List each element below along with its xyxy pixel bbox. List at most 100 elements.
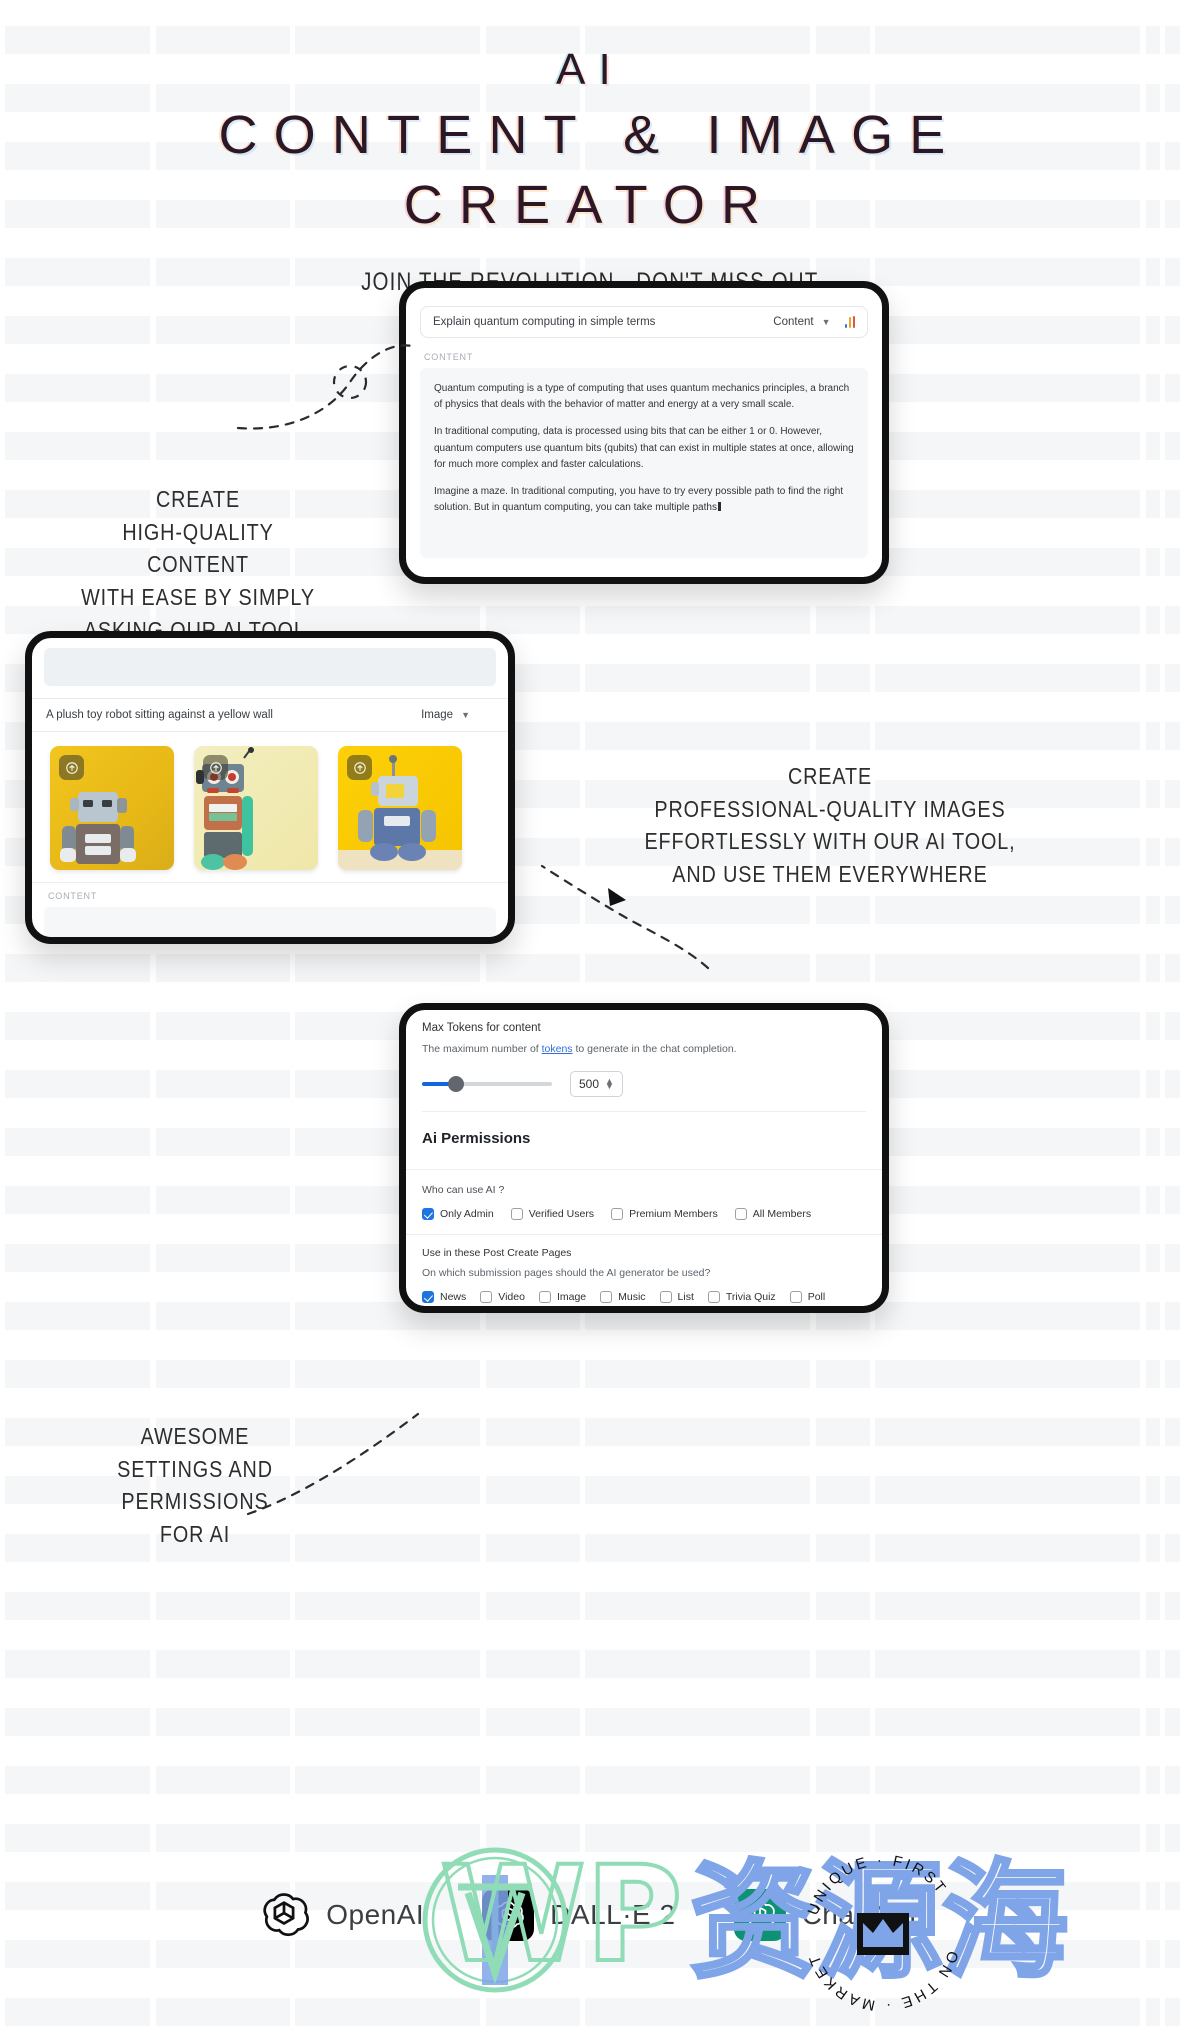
who-can-use-options: Only Admin Verified Users Premium Member…: [406, 1196, 882, 1235]
checkbox-label: List: [677, 1291, 694, 1303]
content-prompt-input[interactable]: Explain quantum computing in simple term…: [433, 316, 765, 328]
image-prompt-input[interactable]: A plush toy robot sitting against a yell…: [46, 709, 413, 721]
image-section-label: CONTENT: [32, 882, 508, 901]
checkbox-label: All Members: [752, 1208, 812, 1220]
image-toolbar-placeholder: [44, 648, 496, 686]
stepper-arrows-icon[interactable]: ▲ ▼: [605, 1077, 614, 1091]
checkbox-music[interactable]: Music: [600, 1291, 646, 1303]
checkbox-icon[interactable]: [659, 1291, 672, 1303]
upload-icon[interactable]: [203, 755, 228, 780]
callout-content-line-1: CREATE: [155, 486, 241, 512]
content-paragraph-1: Quantum computing is a type of computing…: [434, 383, 850, 411]
checkbox-verified-users[interactable]: Verified Users: [510, 1208, 595, 1220]
post-create-pages-options: News Video Image Music List Trivia Quiz: [406, 1279, 882, 1306]
checkbox-poll[interactable]: Poll: [789, 1291, 826, 1303]
checkbox-label: News: [440, 1291, 467, 1303]
page-root: AI CONTENT & IMAGE CREATOR JOIN THE REVO…: [0, 0, 1180, 2034]
robot-image-card-2[interactable]: [194, 746, 318, 870]
image-content-output-box: [44, 907, 496, 937]
connector-line-1: [236, 344, 414, 430]
content-output-box: Quantum computing is a type of computing…: [420, 368, 868, 558]
content-paragraph-3: Imagine a maze. In traditional computing…: [434, 485, 844, 514]
upload-icon[interactable]: [347, 755, 372, 780]
connector-arrow-2: [608, 888, 626, 906]
max-tokens-slider[interactable]: [422, 1076, 552, 1092]
content-paragraph-3-wrap: Imagine a maze. In traditional computing…: [434, 484, 854, 516]
max-tokens-desc-after: to generate in the chat completion.: [572, 1043, 737, 1055]
checkbox-only-admin[interactable]: Only Admin: [422, 1208, 494, 1220]
checkbox-label: Music: [618, 1291, 646, 1303]
max-tokens-section: Max Tokens for content The maximum numbe…: [406, 1010, 882, 1112]
slider-knob[interactable]: [448, 1076, 464, 1092]
content-paragraph-2: In traditional computing, data is proces…: [434, 426, 854, 470]
chevron-down-icon[interactable]: ▼: [461, 710, 470, 720]
chatgpt-green-logo: [733, 1889, 786, 1941]
footer-brands: OpenAI DALL·E 2 ChatGPT: [0, 1860, 1180, 1970]
connector-line-3: [246, 1412, 420, 1516]
checkbox-label: Trivia Quiz: [725, 1291, 776, 1303]
checkbox-image[interactable]: Image: [538, 1291, 587, 1303]
chevron-down-icon[interactable]: ▼: [822, 317, 831, 327]
checkbox-label: Premium Members: [629, 1208, 718, 1220]
checkbox-icon[interactable]: [480, 1291, 493, 1303]
checkbox-label: Verified Users: [528, 1208, 595, 1220]
checkbox-label: Video: [498, 1291, 525, 1303]
callout-images-line-1: CREATE: [787, 763, 873, 789]
brand-openai: OpenAI: [258, 1889, 424, 1941]
checkbox-label: Only Admin: [440, 1208, 494, 1220]
equalizer-icon[interactable]: [844, 316, 855, 328]
openai-logo: [263, 1893, 310, 1937]
checkbox-all-members[interactable]: All Members: [734, 1208, 812, 1220]
content-prompt-bar[interactable]: Explain quantum computing in simple term…: [420, 306, 868, 338]
checkbox-icon[interactable]: [611, 1208, 624, 1220]
max-tokens-desc-before: The maximum number of: [422, 1043, 542, 1055]
content-type-select[interactable]: Content: [773, 316, 813, 328]
checkbox-label: Poll: [807, 1291, 826, 1303]
tablet-image-mockup: A plush toy robot sitting against a yell…: [25, 631, 515, 944]
text-caret: [717, 502, 721, 512]
checkbox-icon[interactable]: [422, 1291, 434, 1303]
callout-content: CREATE HIGH-QUALITY CONTENT WITH EASE BY…: [48, 483, 348, 646]
post-create-pages-title: Use in these Post Create Pages: [422, 1247, 572, 1259]
hero-title-line-2: CONTENT & IMAGE: [218, 105, 962, 165]
robot-image-card-1[interactable]: [50, 746, 174, 870]
checkbox-trivia-quiz[interactable]: Trivia Quiz: [707, 1291, 776, 1303]
checkbox-list[interactable]: List: [659, 1291, 694, 1303]
checkbox-premium-members[interactable]: Premium Members: [611, 1208, 718, 1220]
checkbox-icon[interactable]: [510, 1208, 523, 1220]
checkbox-icon[interactable]: [422, 1208, 434, 1220]
who-can-use-label: Who can use AI ?: [422, 1184, 505, 1196]
hero-title-line-1: AI: [556, 45, 624, 94]
max-tokens-description: The maximum number of tokens to generate…: [422, 1043, 866, 1055]
checkbox-label: Image: [556, 1291, 587, 1303]
checkbox-news[interactable]: News: [422, 1291, 466, 1303]
brand-name-dalle2: DALL·E 2: [550, 1899, 676, 1930]
content-section-label: CONTENT: [424, 352, 474, 362]
callout-content-line-2: HIGH-QUALITY CONTENT: [122, 518, 274, 578]
image-prompt-bar[interactable]: A plush toy robot sitting against a yell…: [32, 698, 508, 732]
checkbox-icon[interactable]: [538, 1291, 551, 1303]
brand-chatgpt: ChatGPT: [733, 1889, 922, 1941]
tablet-content-inner: Explain quantum computing in simple term…: [406, 288, 882, 558]
openai-square-logo: [482, 1889, 535, 1941]
image-results-row: [32, 732, 508, 876]
callout-images-line-2: PROFESSIONAL-QUALITY IMAGES: [654, 795, 1006, 822]
checkbox-video[interactable]: Video: [480, 1291, 525, 1303]
checkbox-icon[interactable]: [789, 1291, 802, 1303]
tablet-content-mockup: Explain quantum computing in simple term…: [399, 281, 889, 584]
brand-name-chatgpt: ChatGPT: [801, 1899, 922, 1930]
checkbox-icon[interactable]: [600, 1291, 613, 1303]
image-type-select[interactable]: Image: [421, 709, 453, 721]
max-tokens-slider-row: 500 ▲ ▼: [422, 1071, 866, 1112]
upload-icon[interactable]: [59, 755, 84, 780]
tablet-settings-mockup: Max Tokens for content The maximum numbe…: [399, 1003, 889, 1313]
checkbox-icon[interactable]: [707, 1291, 720, 1303]
checkbox-icon[interactable]: [734, 1208, 747, 1220]
max-tokens-value[interactable]: 500: [579, 1077, 599, 1091]
hero-section: AI CONTENT & IMAGE CREATOR JOIN THE REVO…: [0, 0, 1180, 305]
robot-image-card-3[interactable]: [338, 746, 462, 870]
hero-title-line-3: CREATOR: [403, 175, 777, 235]
brand-name-openai: OpenAI: [326, 1899, 425, 1930]
max-tokens-stepper[interactable]: 500 ▲ ▼: [570, 1071, 623, 1097]
tokens-link[interactable]: tokens: [542, 1043, 573, 1055]
